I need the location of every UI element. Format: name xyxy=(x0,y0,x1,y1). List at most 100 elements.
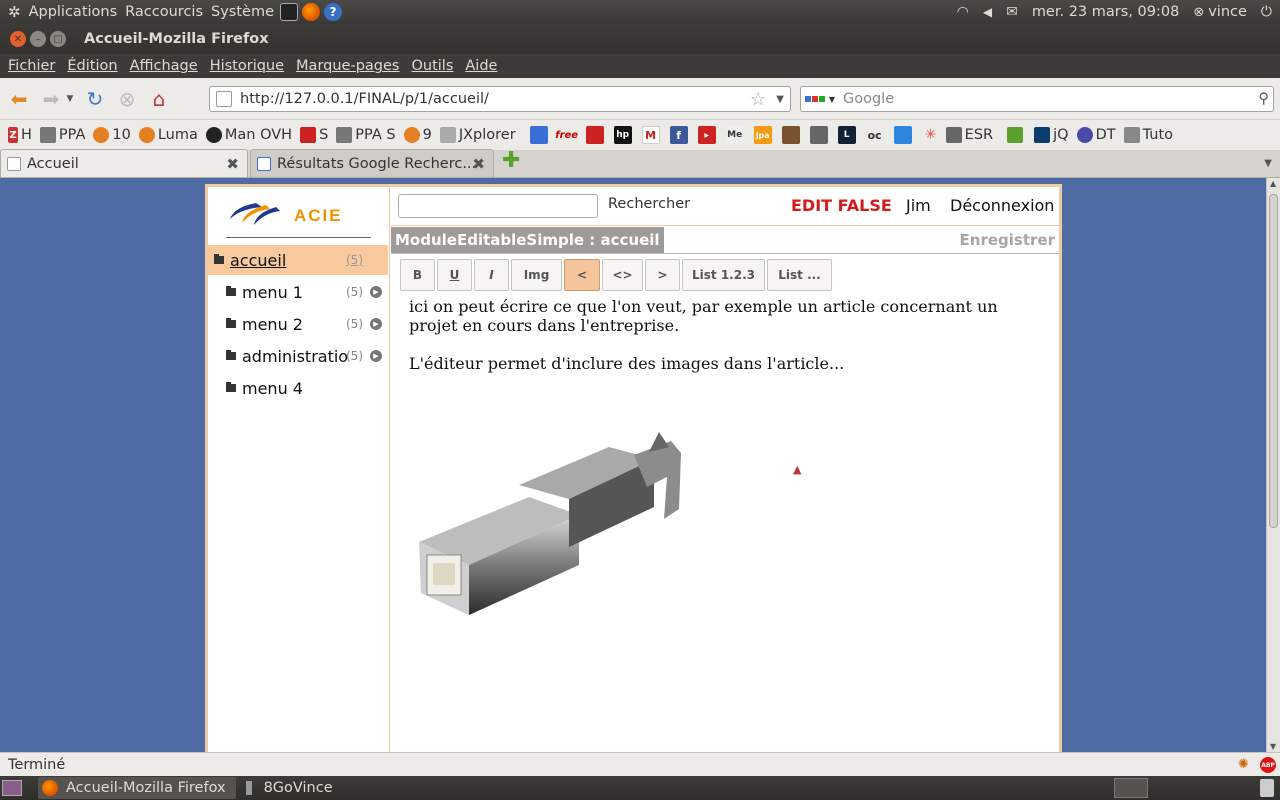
help-icon[interactable]: ? xyxy=(324,3,343,21)
bookmark-s[interactable]: S xyxy=(300,127,328,143)
menu-affichage[interactable]: Affichage xyxy=(130,58,198,74)
shortcuts-menu[interactable]: Raccourcis xyxy=(125,4,203,20)
bookmark-green-icon[interactable] xyxy=(1007,127,1026,143)
usb-connector-image[interactable] xyxy=(409,397,709,667)
tree-item-label[interactable]: menu 1 xyxy=(242,283,303,302)
search-bar[interactable]: ▼ Google ⚲ xyxy=(800,86,1274,112)
minimize-window-button[interactable]: – xyxy=(30,31,46,47)
tree-item-accueil[interactable]: accueil (5) xyxy=(208,245,388,275)
mail-icon[interactable]: ✉ xyxy=(1006,4,1018,20)
bookmark-youtube-icon[interactable]: ▶ xyxy=(697,126,716,144)
expand-arrow-icon[interactable]: ▶ xyxy=(370,286,382,298)
menu-marque-pages[interactable]: Marque-pages xyxy=(296,58,399,74)
firefox-icon[interactable] xyxy=(302,3,321,21)
home-icon[interactable]: ⌂ xyxy=(146,86,172,112)
user-link[interactable]: Jim xyxy=(906,196,931,215)
tree-item-menu-4[interactable]: menu 4 xyxy=(208,373,388,403)
power-icon[interactable]: ⏻ xyxy=(1261,4,1272,20)
bookmark-luma[interactable]: Luma xyxy=(138,127,198,143)
bookmark-tuto[interactable]: Tuto xyxy=(1123,127,1173,143)
menu-historique[interactable]: Historique xyxy=(210,58,284,74)
bookmark-jpa-icon[interactable]: jpa xyxy=(753,126,772,144)
bookmark-esr[interactable]: ESR xyxy=(945,127,993,143)
bookmark-jq[interactable]: jQ xyxy=(1034,127,1069,143)
system-menu[interactable]: Système xyxy=(211,4,274,20)
align-center-button[interactable]: <> xyxy=(602,259,643,291)
bookmark-hp-icon[interactable]: hp xyxy=(613,126,632,144)
menu-outils[interactable]: Outils xyxy=(411,58,453,74)
expand-arrow-icon[interactable]: ▶ xyxy=(370,350,382,362)
datetime-label[interactable]: mer. 23 mars, 09:08 xyxy=(1032,4,1180,20)
tree-item-menu-2[interactable]: menu 2 (5) ▶ xyxy=(208,309,388,339)
bookmark-free-icon[interactable]: free xyxy=(555,126,578,144)
tree-item-menu-1[interactable]: menu 1 (5) ▶ xyxy=(208,277,388,307)
taskbar-item-firefox[interactable]: Accueil-Mozilla Firefox xyxy=(38,777,236,799)
workspace-switcher[interactable] xyxy=(1114,778,1148,798)
bookmark-10[interactable]: 10 xyxy=(93,127,131,143)
search-button[interactable]: Rechercher xyxy=(608,196,690,212)
ordered-list-button[interactable]: List 1.2.3 xyxy=(682,259,765,291)
tab-close-icon[interactable]: ✖ xyxy=(226,155,239,173)
align-left-button[interactable]: < xyxy=(564,259,600,291)
reload-icon[interactable]: ↻ xyxy=(82,86,108,112)
bookmark-grey-icon[interactable] xyxy=(809,126,828,144)
scroll-down-icon[interactable]: ▼ xyxy=(1270,742,1276,751)
site-identity-icon[interactable] xyxy=(216,91,232,107)
edit-state-label[interactable]: EDIT FALSE xyxy=(791,196,892,215)
site-search-input[interactable] xyxy=(398,194,598,218)
search-input[interactable]: Google xyxy=(843,91,894,107)
adblock-icon[interactable]: ABP xyxy=(1260,757,1276,773)
tab-google-results[interactable]: Résultats Google Recherc... ✖ xyxy=(250,149,494,177)
search-engine-icon[interactable]: ▼ xyxy=(805,89,835,109)
firebug-icon[interactable]: ✺ xyxy=(1238,757,1252,772)
bookmark-ppa[interactable]: PPA xyxy=(39,127,85,143)
bookmark-mascot-icon[interactable] xyxy=(781,126,800,144)
tree-item-label[interactable]: menu 2 xyxy=(242,315,303,334)
user-name[interactable]: vince xyxy=(1208,4,1247,20)
expand-arrow-icon[interactable]: ▶ xyxy=(370,318,382,330)
image-button[interactable]: Img xyxy=(511,259,562,291)
bold-button[interactable]: B xyxy=(400,259,435,291)
bookmark-oc-icon[interactable]: oc xyxy=(866,126,884,144)
bookmark-man-ovh[interactable]: Man OVH xyxy=(205,127,292,143)
tree-item-label[interactable]: menu 4 xyxy=(242,379,303,398)
url-text[interactable]: http://127.0.0.1/FINAL/p/1/accueil/ xyxy=(240,91,489,107)
bookmark-gmail-icon[interactable]: M xyxy=(641,126,660,144)
bookmark-star-icon[interactable]: ☆ xyxy=(750,89,766,110)
user-status-icon[interactable]: ⊗ xyxy=(1193,5,1204,20)
history-dropdown-icon[interactable]: ▼ xyxy=(64,86,76,112)
vertical-scrollbar[interactable]: ▲ ▼ xyxy=(1266,178,1280,752)
close-window-button[interactable]: ✕ xyxy=(10,31,26,47)
bookmark-ppa-s[interactable]: PPA S xyxy=(336,127,396,143)
save-button[interactable]: Enregistrer xyxy=(960,231,1055,249)
bookmark-jxplorer[interactable]: JXplorer xyxy=(439,127,516,143)
bookmark-star-burst-icon[interactable]: ✳ xyxy=(922,126,940,144)
url-dropdown-icon[interactable]: ▼ xyxy=(776,94,784,105)
back-arrow-icon[interactable]: ⬅ xyxy=(6,86,32,112)
tree-item-label[interactable]: accueil xyxy=(230,251,286,270)
forward-arrow-icon[interactable]: ➡ xyxy=(38,86,64,112)
url-bar[interactable]: http://127.0.0.1/FINAL/p/1/accueil/ ☆ ▼ xyxy=(209,86,791,112)
stop-icon[interactable]: ⊗ xyxy=(114,86,140,112)
ubuntu-logo-icon[interactable]: ✲ xyxy=(8,3,21,21)
bookmark-h[interactable]: ZH xyxy=(8,127,32,143)
bookmark-facebook-icon[interactable]: f xyxy=(669,126,688,144)
bookmark-me-icon[interactable]: Me xyxy=(725,126,744,144)
bookmark-red-cube-icon[interactable] xyxy=(585,126,604,144)
menu-fichier[interactable]: Fichier xyxy=(8,58,55,74)
editable-content[interactable]: ici on peut écrire ce que l'on veut, par… xyxy=(409,297,1049,373)
menu-aide[interactable]: Aide xyxy=(465,58,497,74)
new-tab-icon[interactable]: ✚ xyxy=(502,148,520,173)
bookmark-9[interactable]: 9 xyxy=(403,127,432,143)
scrollbar-thumb[interactable] xyxy=(1269,194,1278,528)
tree-item-label[interactable]: administratio xyxy=(242,347,348,366)
italic-button[interactable]: I xyxy=(474,259,509,291)
trash-icon[interactable] xyxy=(1260,779,1274,797)
applications-menu[interactable]: Applications xyxy=(29,4,118,20)
unordered-list-button[interactable]: List ... xyxy=(767,259,832,291)
wifi-icon[interactable]: ◠ xyxy=(957,4,969,20)
tab-close-icon[interactable]: ✖ xyxy=(472,155,485,173)
underline-button[interactable]: U xyxy=(437,259,472,291)
terminal-icon[interactable] xyxy=(280,3,299,21)
bookmark-dt[interactable]: DT xyxy=(1076,127,1116,143)
